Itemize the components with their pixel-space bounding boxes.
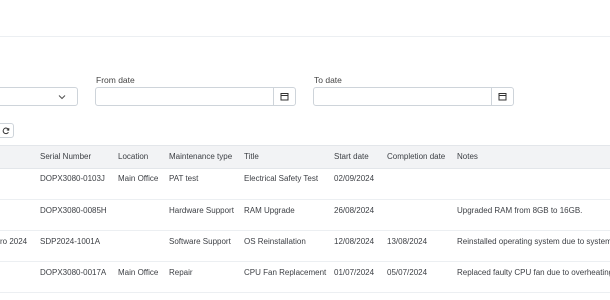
cell-name: ro 2024 xyxy=(0,237,28,246)
col-header-type[interactable]: Maintenance type xyxy=(169,152,232,161)
cell-notes: Reinstalled operating system due to syst… xyxy=(457,237,610,246)
col-header-location[interactable]: Location xyxy=(118,152,148,161)
col-header-serial[interactable]: Serial Number xyxy=(40,152,91,161)
row-divider xyxy=(0,261,610,262)
col-header-completion[interactable]: Completion date xyxy=(387,152,445,161)
to-date-label: To date xyxy=(314,75,342,85)
cell-location: Main Office xyxy=(118,268,159,277)
cell-title: OS Reinstallation xyxy=(244,237,306,246)
col-header-title[interactable]: Title xyxy=(244,152,259,161)
cell-completion: 13/08/2024 xyxy=(387,237,428,246)
cell-type: Software Support xyxy=(169,237,231,246)
refresh-button[interactable] xyxy=(0,123,14,138)
header-divider xyxy=(0,36,610,37)
cell-serial: DOPX3080-0103J xyxy=(40,174,105,183)
cell-serial: DOPX3080-0017A xyxy=(40,268,107,277)
cell-type: Hardware Support xyxy=(169,206,234,215)
calendar-icon xyxy=(498,93,507,101)
cell-title: RAM Upgrade xyxy=(244,206,295,215)
cell-completion: 05/07/2024 xyxy=(387,268,428,277)
cell-serial: SDP2024-1001A xyxy=(40,237,101,246)
row-divider xyxy=(0,292,610,293)
col-header-notes[interactable]: Notes xyxy=(457,152,478,161)
refresh-icon xyxy=(2,127,10,134)
cell-serial: DOPX3080-0085H xyxy=(40,206,107,215)
calendar-icon xyxy=(280,93,289,101)
row-divider xyxy=(0,230,610,231)
filter-select[interactable] xyxy=(0,87,78,106)
from-date-calendar-button[interactable] xyxy=(273,88,295,105)
from-date-field[interactable] xyxy=(95,87,296,106)
cell-notes: Upgraded RAM from 8GB to 16GB. xyxy=(457,206,583,215)
table-header xyxy=(0,145,610,169)
cell-type: Repair xyxy=(169,268,193,277)
cell-title: Electrical Safety Test xyxy=(244,174,319,183)
cell-notes: Replaced faulty CPU fan due to overheati… xyxy=(457,268,610,277)
cell-location: Main Office xyxy=(118,174,159,183)
cell-start: 02/09/2024 xyxy=(334,174,375,183)
cell-title: CPU Fan Replacement xyxy=(244,268,327,277)
cell-start: 26/08/2024 xyxy=(334,206,375,215)
col-header-start[interactable]: Start date xyxy=(334,152,369,161)
row-divider xyxy=(0,199,610,200)
chevron-down-icon xyxy=(58,95,66,100)
from-date-label: From date xyxy=(96,75,135,85)
cell-start: 12/08/2024 xyxy=(334,237,375,246)
to-date-calendar-button[interactable] xyxy=(491,88,513,105)
to-date-field[interactable] xyxy=(313,87,514,106)
cell-type: PAT test xyxy=(169,174,199,183)
cell-start: 01/07/2024 xyxy=(334,268,375,277)
